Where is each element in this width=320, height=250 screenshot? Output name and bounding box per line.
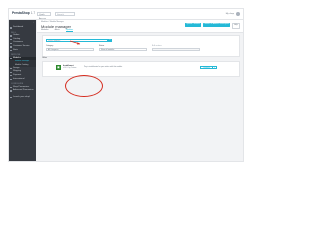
top-search-input[interactable]: Search — [55, 11, 75, 16]
module-version: v1.0.0 - by Custom — [63, 67, 77, 69]
help-button[interactable]: Help — [231, 23, 240, 29]
sidebar: ‹ Dashboard SELL Orders Catalog Customer… — [9, 20, 36, 161]
page-title: Module manager — [41, 23, 72, 29]
header-tabs: Modules Alerts Updates — [41, 29, 74, 32]
page-header: Modules / Module Manager Module manager … — [37, 20, 243, 33]
module-row: ▣ Installment v1.0.0 - by Custom Pay in … — [42, 61, 240, 77]
sidebar-item-advanced-parameters[interactable]: Advanced Parameters — [9, 89, 36, 93]
module-action-group: Configure ▾ — [200, 65, 217, 70]
bulk-actions-label: Bulk actions — [152, 44, 162, 47]
topbar-right: My shop — [226, 11, 240, 16]
search-icon[interactable]: ⌕ — [108, 38, 112, 42]
module-logo-icon: ▣ — [56, 65, 61, 70]
quick-access-dropdown[interactable]: Quick Access — [37, 11, 51, 20]
logo-text: PrestaShop — [12, 11, 30, 15]
upload-module-button[interactable]: Upload a module — [185, 23, 202, 27]
sidebar-item-launch-shop[interactable]: Launch your shop! — [9, 96, 36, 100]
caret-down-icon[interactable]: ▾ — [213, 65, 217, 70]
sidebar-item-dashboard[interactable]: Dashboard — [9, 26, 36, 30]
logo[interactable]: PrestaShop1.7 — [12, 11, 35, 15]
module-description: Pay in installments for your orders with… — [84, 66, 123, 69]
main-content: Search modules ⌕ Category All Categories… — [37, 33, 243, 161]
tab-modules[interactable]: Modules — [41, 29, 49, 32]
header-actions: Upload a module Connect to Addons market… — [185, 23, 240, 29]
sidebar-item-international[interactable]: International — [9, 78, 36, 82]
user-avatar-icon[interactable] — [236, 11, 240, 16]
connect-addons-button[interactable]: Connect to Addons marketplace — [202, 23, 231, 27]
filter-card: Search modules ⌕ Category All Categories… — [42, 35, 240, 57]
module-search-row: Search modules ⌕ — [46, 38, 112, 42]
tab-updates[interactable]: Updates — [65, 29, 74, 32]
module-section-title: Other — [42, 57, 48, 59]
store-link[interactable]: My shop — [226, 13, 234, 15]
status-select[interactable]: Show all modules — [99, 47, 147, 52]
category-label: Category — [46, 44, 54, 47]
module-search-input[interactable]: Search modules — [46, 38, 108, 42]
sidebar-item-modules[interactable]: Modules — [9, 56, 36, 61]
bulk-actions-select[interactable] — [152, 47, 200, 52]
category-select[interactable]: All Categories — [46, 47, 94, 52]
module-name: Installment — [63, 64, 74, 67]
configure-button[interactable]: Configure — [200, 65, 213, 70]
browser-frame: PrestaShop1.7 Quick Access Search My sho… — [8, 8, 244, 162]
highlight-circle — [65, 75, 103, 97]
status-label: Status — [99, 44, 105, 47]
tab-alerts[interactable]: Alerts — [55, 29, 60, 32]
logo-version: 1.7 — [30, 11, 36, 15]
top-bar: PrestaShop1.7 Quick Access Search My sho… — [9, 9, 243, 20]
sidebar-item-stats[interactable]: Stats — [9, 49, 36, 53]
